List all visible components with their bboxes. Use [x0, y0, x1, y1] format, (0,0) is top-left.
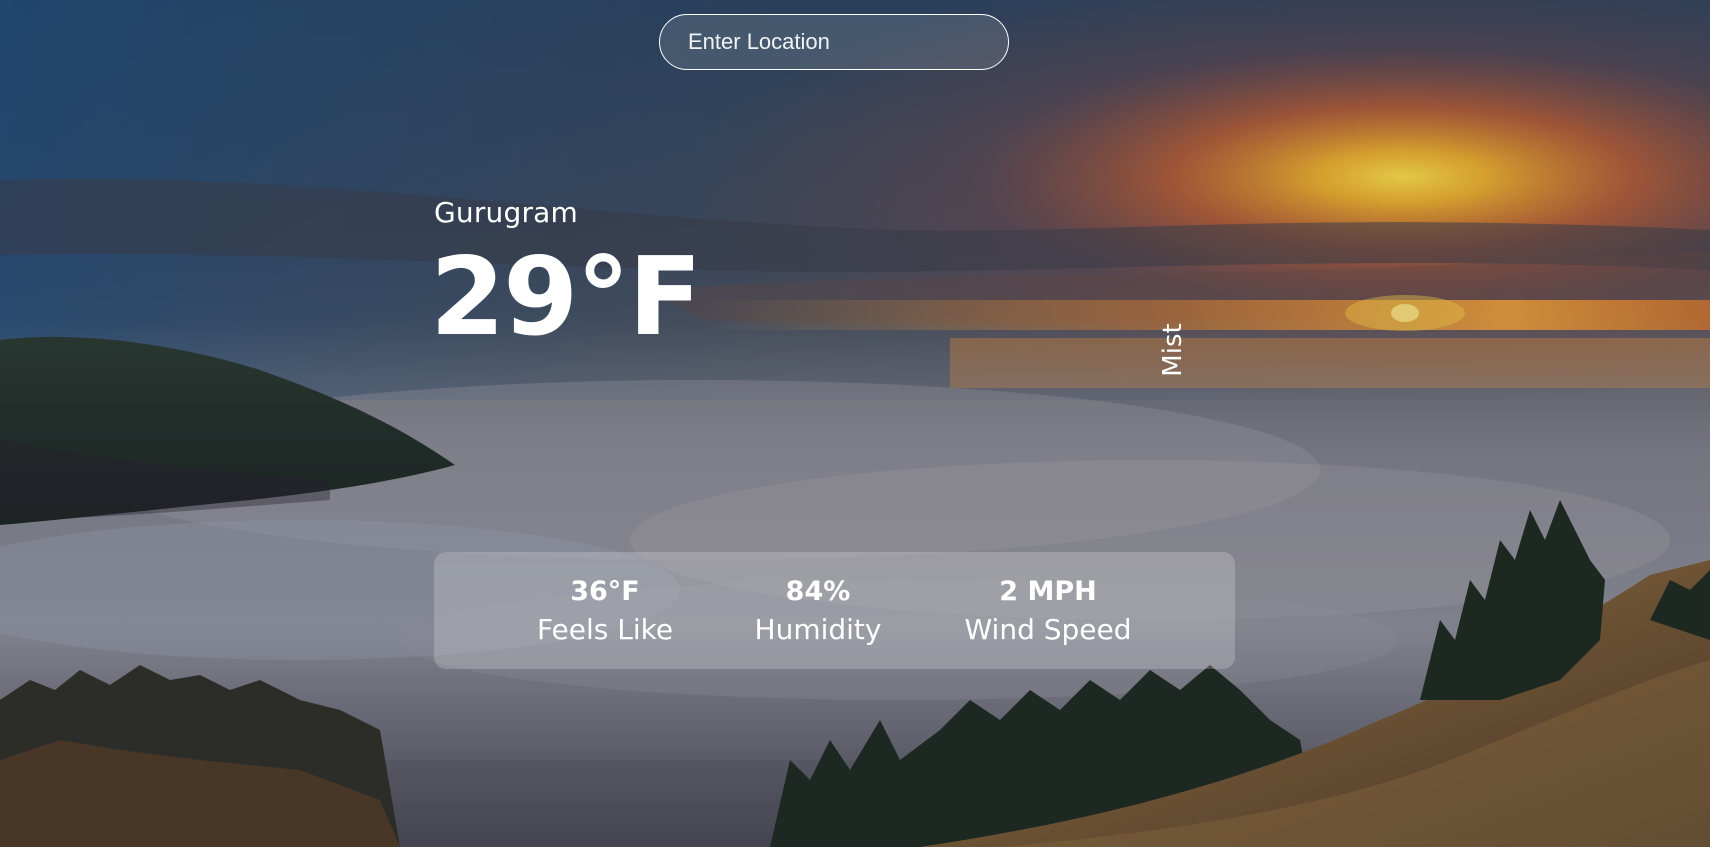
- wind-speed-value: 2 MPH: [999, 576, 1097, 607]
- feels-like-label: Feels Like: [536, 613, 674, 646]
- weather-stats-panel: 36°F Feels Like 84% Humidity 2 MPH Wind …: [434, 552, 1235, 669]
- humidity-value: 84%: [785, 576, 851, 607]
- stat-wind-speed: 2 MPH Wind Speed: [964, 574, 1131, 650]
- current-temperature: 29°F: [430, 235, 702, 360]
- location-name: Gurugram: [434, 196, 579, 229]
- location-search-input[interactable]: [659, 14, 1009, 70]
- feels-like-value: 36°F: [570, 576, 640, 607]
- humidity-label: Humidity: [754, 613, 882, 646]
- weather-condition-label: Mist: [1158, 323, 1188, 377]
- background-landscape-image: [0, 0, 1710, 847]
- wind-speed-label: Wind Speed: [964, 613, 1132, 646]
- search-bar: [659, 14, 1009, 70]
- stat-feels-like: 36°F Feels Like: [537, 574, 673, 650]
- stat-humidity: 84% Humidity: [755, 574, 882, 650]
- weather-condition: Mist: [1158, 318, 1188, 382]
